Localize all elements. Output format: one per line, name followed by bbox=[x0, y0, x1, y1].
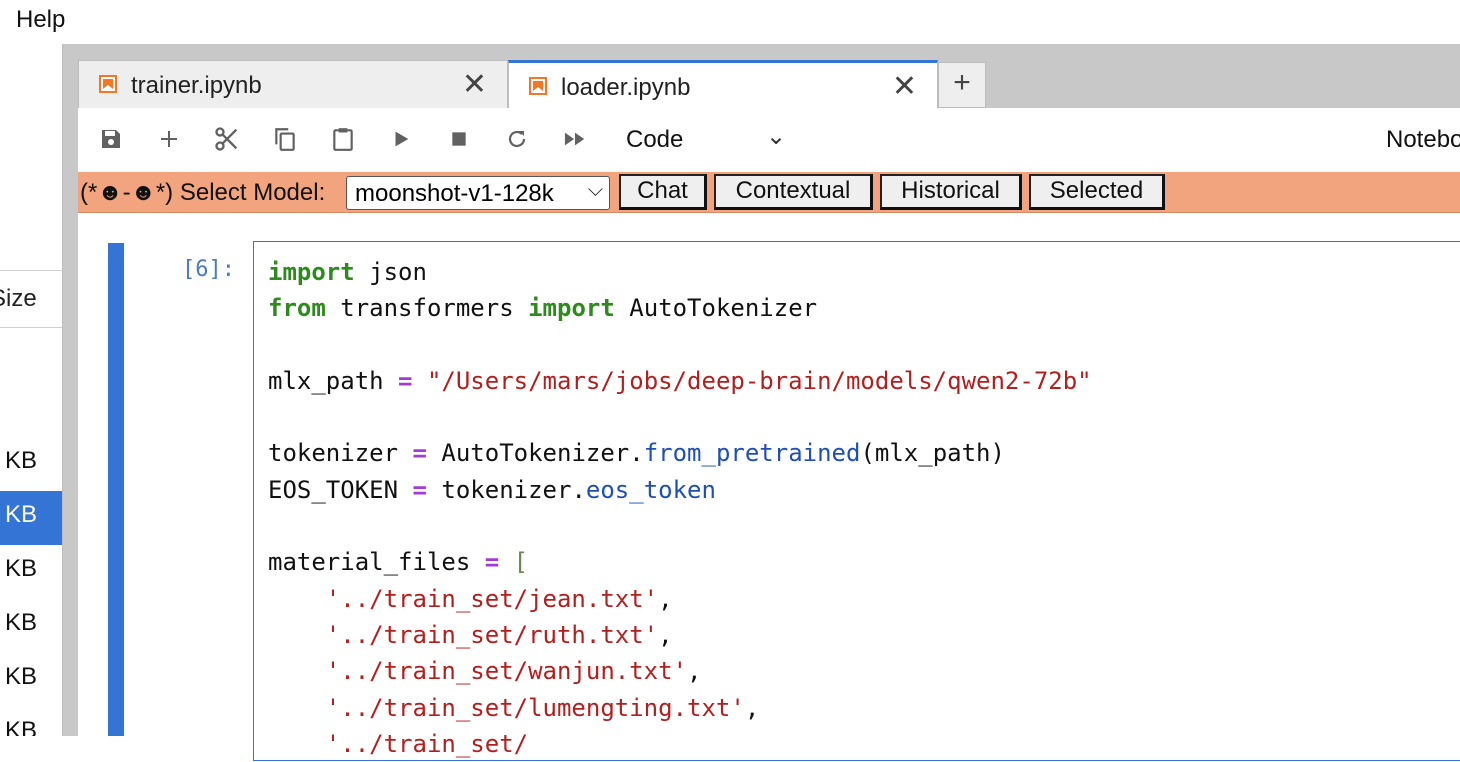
close-icon[interactable]: ✕ bbox=[462, 67, 487, 102]
fast-forward-icon[interactable] bbox=[558, 122, 592, 156]
ai-assistant-bar: (*☻-☻*) Select Model: moonshot-v1-128k ⌵… bbox=[78, 172, 1460, 213]
size-column-label: Size bbox=[0, 285, 37, 312]
menu-bar: Help bbox=[0, 0, 1460, 44]
code-line: import json bbox=[268, 258, 427, 286]
tab-label: trainer.ipynb bbox=[131, 72, 262, 99]
code-content[interactable]: import json from transformers import Aut… bbox=[268, 254, 1092, 762]
file-size-value: KB bbox=[5, 501, 38, 528]
code-line: tokenizer = AutoTokenizer.from_pretraine… bbox=[268, 439, 1005, 468]
file-row[interactable]: KB bbox=[0, 707, 62, 736]
code-line: from transformers import AutoTokenizer bbox=[268, 294, 818, 323]
file-row[interactable]: KB bbox=[0, 437, 62, 491]
code-line: '../train_set/jean.txt', bbox=[325, 584, 673, 613]
file-row[interactable]: KB bbox=[0, 545, 62, 599]
contextual-button[interactable]: Contextual bbox=[714, 174, 873, 210]
save-icon[interactable] bbox=[94, 122, 128, 156]
notebook-icon bbox=[529, 77, 547, 95]
restart-icon[interactable] bbox=[500, 122, 534, 156]
file-row[interactable]: KB bbox=[0, 599, 62, 653]
cell-type-value: Code bbox=[626, 126, 684, 153]
file-row-selected[interactable]: KB bbox=[0, 491, 62, 545]
tab-loader[interactable]: loader.ipynb ✕ bbox=[508, 60, 938, 108]
code-line: mlx_path = "/Users/mars/jobs/deep-brain/… bbox=[268, 366, 1092, 395]
chat-button[interactable]: Chat bbox=[619, 174, 707, 210]
notebook-toolbar: Code ⌄ Notebook bbox=[78, 108, 1460, 173]
code-line: '../train_set/ bbox=[325, 729, 529, 758]
notebook-panel: [6]: import json from transformers impor… bbox=[78, 213, 1460, 761]
model-select[interactable]: moonshot-v1-128k ⌵ bbox=[346, 176, 610, 210]
code-line: '../train_set/ruth.txt', bbox=[325, 620, 673, 649]
chevron-down-icon: ⌄ bbox=[766, 123, 787, 150]
file-row[interactable]: KB bbox=[0, 653, 62, 707]
file-size-value: KB bbox=[5, 447, 38, 474]
code-cell-editor[interactable]: import json from transformers import Aut… bbox=[253, 241, 1460, 761]
code-line: material_files = [ bbox=[268, 548, 529, 577]
tab-trainer[interactable]: trainer.ipynb ✕ bbox=[78, 60, 508, 108]
file-browser-panel: Size KB KB KB KB KB KB bbox=[0, 44, 63, 736]
paste-icon[interactable] bbox=[326, 122, 360, 156]
kernel-name-label[interactable]: Notebook bbox=[1386, 126, 1460, 154]
cell-prompt: [6]: bbox=[182, 257, 235, 282]
copy-icon[interactable] bbox=[268, 122, 302, 156]
select-model-label: (*☻-☻*) Select Model: bbox=[80, 179, 326, 206]
selected-button[interactable]: Selected bbox=[1029, 174, 1165, 210]
file-size-value: KB bbox=[5, 663, 38, 690]
cell-type-dropdown[interactable]: Code ⌄ bbox=[626, 122, 806, 158]
file-size-value: KB bbox=[5, 555, 38, 582]
stop-icon[interactable] bbox=[442, 122, 476, 156]
tab-label: loader.ipynb bbox=[561, 74, 691, 101]
code-line: EOS_TOKEN = tokenizer.eos_token bbox=[268, 475, 716, 504]
cell-collapser[interactable] bbox=[108, 243, 124, 736]
add-cell-icon[interactable] bbox=[152, 122, 186, 156]
menu-help[interactable]: Help bbox=[16, 6, 65, 34]
notebook-icon bbox=[99, 75, 117, 93]
cut-icon[interactable] bbox=[210, 122, 244, 156]
new-tab-button[interactable]: + bbox=[938, 62, 986, 108]
code-line: '../train_set/wanjun.txt', bbox=[325, 657, 702, 686]
chevron-down-icon: ⌵ bbox=[587, 179, 603, 201]
file-size-value: KB bbox=[5, 609, 38, 636]
size-column-header[interactable]: Size bbox=[0, 270, 62, 328]
model-select-value: moonshot-v1-128k bbox=[355, 180, 554, 207]
file-size-value: KB bbox=[5, 717, 38, 736]
code-line: '../train_set/lumengting.txt', bbox=[325, 693, 760, 722]
run-icon[interactable] bbox=[384, 122, 418, 156]
historical-button[interactable]: Historical bbox=[880, 174, 1022, 210]
document-tab-bar: trainer.ipynb ✕ loader.ipynb ✕ + bbox=[78, 58, 1460, 108]
close-icon[interactable]: ✕ bbox=[892, 69, 917, 104]
